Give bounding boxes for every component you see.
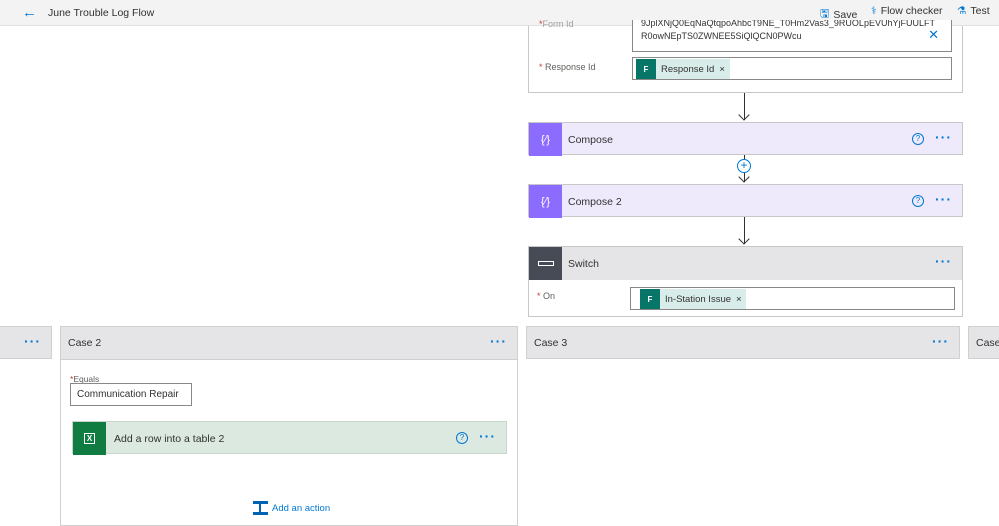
- excel-icon: X: [73, 422, 106, 455]
- forms-action-card: *Form Id 9JplXNjQ0EqNaQtqpoAhbcT9NE_T0Hm…: [528, 19, 963, 93]
- help-icon[interactable]: ?: [456, 432, 468, 444]
- switch-on-field[interactable]: F In-Station Issue ×: [630, 287, 955, 310]
- compose2-action-card[interactable]: {⁄} Compose 2 ? ···: [528, 184, 963, 218]
- arrow-head-icon: [738, 233, 750, 245]
- test-button[interactable]: ⚗ Test: [957, 5, 990, 17]
- equals-input[interactable]: Communication Repair: [70, 383, 192, 406]
- case-2-container: Case 2 ··· *Equals Communication Repair X…: [60, 326, 518, 526]
- arrow-head-icon: [738, 171, 750, 183]
- on-label: * On: [537, 291, 556, 301]
- more-options-icon[interactable]: ···: [24, 333, 41, 349]
- form-id-label: *Form Id: [539, 19, 574, 29]
- more-options-icon[interactable]: ···: [490, 333, 507, 349]
- back-arrow-icon[interactable]: ←: [22, 4, 37, 21]
- response-id-token[interactable]: F Response Id ×: [636, 59, 730, 79]
- response-id-field[interactable]: F Response Id ×: [632, 57, 952, 80]
- add-row-action-card[interactable]: X Add a row into a table 2 ? ···: [72, 421, 507, 455]
- help-icon[interactable]: ?: [912, 133, 924, 145]
- add-an-action-button[interactable]: Add an action: [253, 501, 330, 515]
- add-action-icon: [253, 501, 268, 515]
- case-3-header[interactable]: Case 3 ···: [526, 326, 960, 359]
- case-1-header[interactable]: ···: [0, 326, 52, 359]
- compose-icon: {⁄}: [529, 185, 562, 218]
- stethoscope-icon: ⚕: [871, 5, 877, 17]
- more-options-icon[interactable]: ···: [479, 428, 496, 444]
- flow-title: June Trouble Log Flow: [48, 7, 155, 19]
- response-id-label: * Response Id: [539, 62, 596, 72]
- forms-icon: F: [640, 289, 660, 309]
- more-options-icon[interactable]: ···: [935, 191, 952, 207]
- more-options-icon[interactable]: ···: [932, 333, 949, 349]
- forms-icon: F: [636, 59, 656, 79]
- compose-icon: {⁄}: [529, 123, 562, 156]
- remove-token-icon[interactable]: ×: [736, 294, 746, 305]
- in-station-issue-token[interactable]: F In-Station Issue ×: [640, 289, 746, 309]
- help-icon[interactable]: ?: [912, 195, 924, 207]
- case-next-header[interactable]: Case: [968, 326, 999, 359]
- compose-action-card[interactable]: {⁄} Compose ? ···: [528, 122, 963, 156]
- arrow-head-icon: [738, 109, 750, 121]
- form-id-field[interactable]: 9JplXNjQ0EqNaQtqpoAhbcT9NE_T0Hm2Vas3_9RU…: [632, 20, 952, 52]
- flow-checker-button[interactable]: ⚕ Flow checker: [871, 5, 943, 17]
- case-2-header[interactable]: Case 2 ···: [61, 327, 517, 360]
- switch-card: Switch ··· * On F In-Station Issue ×: [528, 246, 963, 317]
- remove-token-icon[interactable]: ×: [719, 64, 730, 75]
- switch-header[interactable]: Switch: [529, 247, 962, 280]
- more-options-icon[interactable]: ···: [935, 253, 952, 269]
- flask-icon: ⚗: [957, 5, 967, 17]
- more-options-icon[interactable]: ···: [935, 129, 952, 145]
- switch-icon: [529, 247, 562, 280]
- clear-icon[interactable]: ✕: [928, 27, 939, 43]
